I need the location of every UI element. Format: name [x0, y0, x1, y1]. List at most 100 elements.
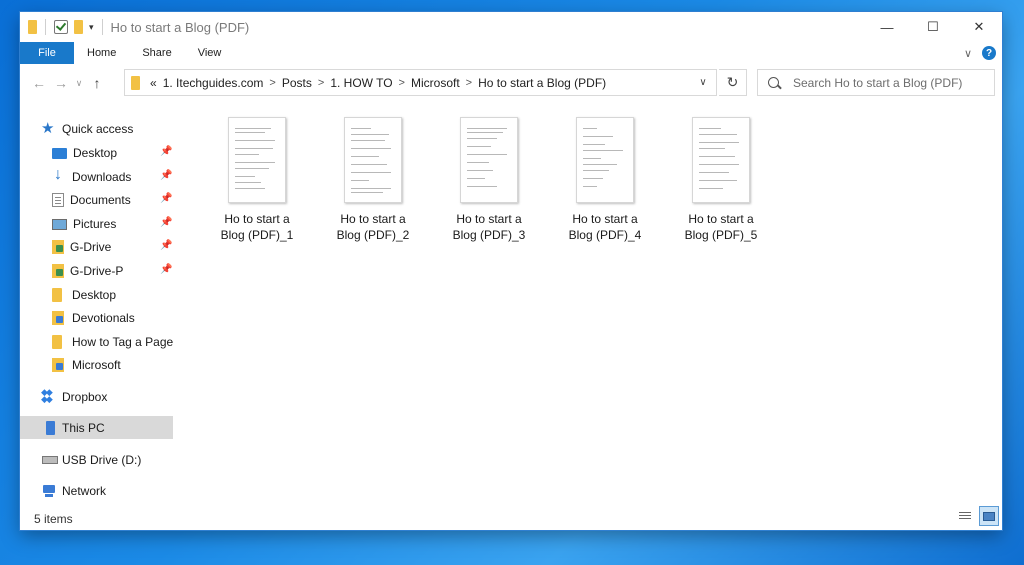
pdf-thumbnail-icon	[576, 117, 634, 203]
sidebar-item-desktop-folder[interactable]: Desktop	[52, 284, 116, 306]
folder-icon	[52, 358, 64, 372]
back-arrow-icon[interactable]: ←	[28, 75, 50, 91]
pin-icon[interactable]: 📌	[160, 217, 172, 228]
file-name-line2: Blog (PDF)_3	[452, 228, 526, 242]
sidebar-item-gdrive-p[interactable]: G-Drive-P	[52, 260, 123, 282]
search-box[interactable]: Search Ho to start a Blog (PDF)	[757, 69, 995, 96]
large-icons-view-button[interactable]	[979, 506, 999, 526]
chevron-right-icon[interactable]: >	[466, 77, 472, 89]
gdrive-icon	[52, 240, 64, 254]
computer-icon	[46, 421, 55, 435]
sidebar-item-gdrive[interactable]: G-Drive	[52, 236, 111, 258]
file-list: Ho to start a Blog (PDF)_1 Ho to start a B…	[175, 107, 1002, 507]
sidebar-item-downloads[interactable]: Downloads	[52, 166, 131, 188]
file-name-line1: Ho to start a	[688, 212, 754, 226]
folder-icon	[131, 75, 140, 90]
sidebar-item-usb-drive[interactable]: USB Drive (D:)	[42, 449, 141, 471]
folder-icon	[28, 20, 37, 34]
properties-icon[interactable]	[54, 20, 68, 34]
chevron-right-icon[interactable]: >	[399, 77, 405, 89]
file-item[interactable]: Ho to start a Blog (PDF)_1	[199, 117, 315, 243]
forward-arrow-icon[interactable]: →	[50, 75, 72, 91]
sidebar-item-label: G-Drive-P	[70, 264, 124, 278]
refresh-button[interactable]: ↻	[719, 69, 747, 96]
breadcrumb-posts[interactable]: Posts	[282, 76, 312, 90]
sidebar-item-quick-access[interactable]: Quick access	[41, 118, 133, 140]
file-item[interactable]: Ho to start a Blog (PDF)_4	[547, 117, 663, 243]
close-button[interactable]: ✕	[956, 12, 1002, 42]
address-bar[interactable]: « 1. Itechguides.com > Posts > 1. HOW TO…	[124, 69, 717, 96]
up-arrow-icon[interactable]: ↑	[86, 75, 108, 91]
file-name-line1: Ho to start a	[340, 212, 406, 226]
help-icon[interactable]: ?	[982, 46, 996, 60]
view-switcher	[955, 506, 999, 526]
divider	[101, 19, 103, 35]
folder-icon	[52, 288, 62, 302]
gdrive-icon	[52, 264, 64, 278]
pin-icon[interactable]: 📌	[160, 193, 172, 204]
breadcrumb-current[interactable]: Ho to start a Blog (PDF)	[478, 76, 606, 90]
sidebar-item-network[interactable]: Network	[42, 480, 106, 502]
file-name-line1: Ho to start a	[572, 212, 638, 226]
maximize-button[interactable]: ☐	[910, 12, 956, 42]
documents-icon	[52, 193, 64, 207]
expand-ribbon-icon[interactable]: ∨	[964, 47, 972, 60]
tab-file[interactable]: File	[20, 42, 74, 64]
sidebar-item-desktop[interactable]: Desktop	[52, 142, 117, 164]
sidebar-item-label: Pictures	[73, 217, 117, 231]
sidebar-item-devotionals[interactable]: Devotionals	[52, 307, 135, 329]
sidebar-item-label: Downloads	[72, 170, 132, 184]
sidebar-item-label: Microsoft	[72, 358, 121, 372]
breadcrumb-itechguides[interactable]: 1. Itechguides.com	[163, 76, 264, 90]
ribbon-controls: ∨ ?	[964, 42, 996, 64]
sidebar-item-how-to-tag[interactable]: How to Tag a Page o	[52, 331, 173, 353]
details-view-button[interactable]	[955, 506, 975, 526]
pin-icon[interactable]: 📌	[160, 146, 172, 157]
title-bar: ▾ Ho to start a Blog (PDF) — ☐ ✕	[20, 12, 1002, 42]
customize-toolbar-icon[interactable]: ▾	[89, 22, 94, 33]
pdf-thumbnail-icon	[460, 117, 518, 203]
file-item[interactable]: Ho to start a Blog (PDF)_2	[315, 117, 431, 243]
pdf-thumbnail-icon	[692, 117, 750, 203]
minimize-button[interactable]: —	[864, 12, 910, 42]
pdf-thumbnail-icon	[344, 117, 402, 203]
new-folder-icon[interactable]	[74, 20, 83, 34]
breadcrumb-microsoft[interactable]: Microsoft	[411, 76, 460, 90]
usb-drive-icon	[42, 456, 58, 464]
file-item[interactable]: Ho to start a Blog (PDF)_5	[663, 117, 779, 243]
sidebar-item-this-pc[interactable]: This PC	[42, 417, 105, 439]
tab-view[interactable]: View	[185, 42, 235, 64]
sidebar-item-dropbox[interactable]: Dropbox	[41, 386, 107, 408]
sidebar-item-pictures[interactable]: Pictures	[52, 213, 116, 235]
file-grid: Ho to start a Blog (PDF)_1 Ho to start a B…	[199, 117, 779, 243]
divider	[45, 19, 46, 35]
sidebar-item-microsoft[interactable]: Microsoft	[52, 354, 121, 376]
chevron-right-icon[interactable]: >	[318, 77, 324, 89]
breadcrumb-overflow[interactable]: «	[150, 76, 157, 90]
pin-icon[interactable]: 📌	[160, 170, 172, 181]
network-icon	[42, 484, 56, 498]
sidebar-item-label: How to Tag a Page o	[72, 335, 173, 349]
chevron-right-icon[interactable]: >	[269, 77, 275, 89]
file-item[interactable]: Ho to start a Blog (PDF)_3	[431, 117, 547, 243]
recent-locations-icon[interactable]: ∨	[72, 78, 86, 89]
tab-share[interactable]: Share	[129, 42, 184, 64]
desktop-icon	[52, 147, 67, 159]
file-name-line2: Blog (PDF)_1	[220, 228, 294, 242]
pin-icon[interactable]: 📌	[160, 264, 172, 275]
quick-access-toolbar: ▾	[28, 19, 105, 35]
breadcrumb-how-to[interactable]: 1. HOW TO	[330, 76, 392, 90]
navigation-pane: Quick access Desktop 📌 Downloads 📌 Docum…	[20, 112, 173, 508]
sidebar-item-label: USB Drive (D:)	[62, 453, 142, 467]
sidebar-item-label: G-Drive	[70, 240, 112, 254]
sidebar-item-documents[interactable]: Documents	[52, 189, 131, 211]
tab-home[interactable]: Home	[74, 42, 129, 64]
explorer-window: ▾ Ho to start a Blog (PDF) — ☐ ✕ File Ho…	[20, 12, 1002, 530]
chevron-down-icon[interactable]: ∨	[690, 70, 716, 95]
pin-icon[interactable]: 📌	[160, 240, 172, 251]
folder-icon	[52, 335, 62, 349]
item-count: 5 items	[34, 512, 73, 526]
navigation-bar: ← → ∨ ↑ « 1. Itechguides.com > Posts > 1…	[20, 64, 1002, 102]
sidebar-item-label: Desktop	[73, 146, 118, 160]
search-icon	[768, 77, 779, 88]
